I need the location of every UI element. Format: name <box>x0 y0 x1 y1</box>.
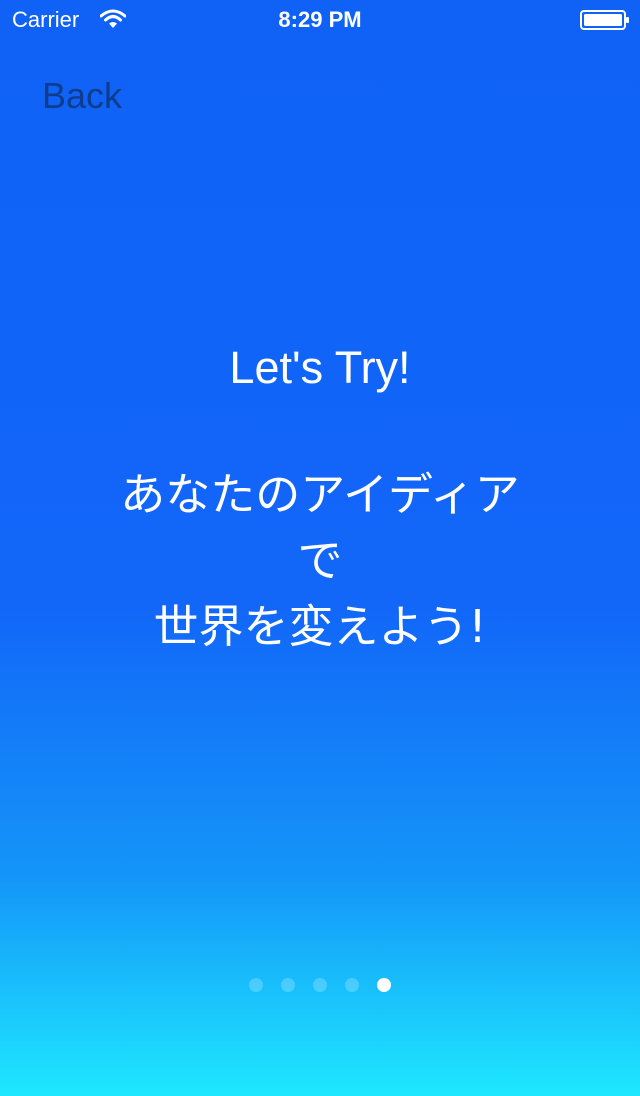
battery-full-icon <box>580 10 629 30</box>
page-dot-2[interactable] <box>281 978 295 992</box>
message-text: あなたのアイディア で 世界を変えよう! <box>0 462 640 660</box>
page-dot-5-active[interactable] <box>377 978 391 992</box>
page-control[interactable] <box>0 978 640 994</box>
headline-text: Let's Try! <box>229 342 411 393</box>
onboarding-screen: Carrier 8:29 PM Back Let's Try! あなたのアイディ… <box>0 0 640 1096</box>
page-dot-4[interactable] <box>345 978 359 992</box>
page-dot-3[interactable] <box>313 978 327 992</box>
message-line: 世界を変えよう! <box>153 600 487 653</box>
page-dot-1[interactable] <box>249 978 263 992</box>
message-line: あなたのアイディア <box>120 468 520 521</box>
back-button[interactable]: Back <box>42 74 122 118</box>
status-time: 8:29 PM <box>278 7 362 32</box>
message-line: で <box>297 534 343 587</box>
status-bar: Carrier 8:29 PM <box>0 0 640 40</box>
